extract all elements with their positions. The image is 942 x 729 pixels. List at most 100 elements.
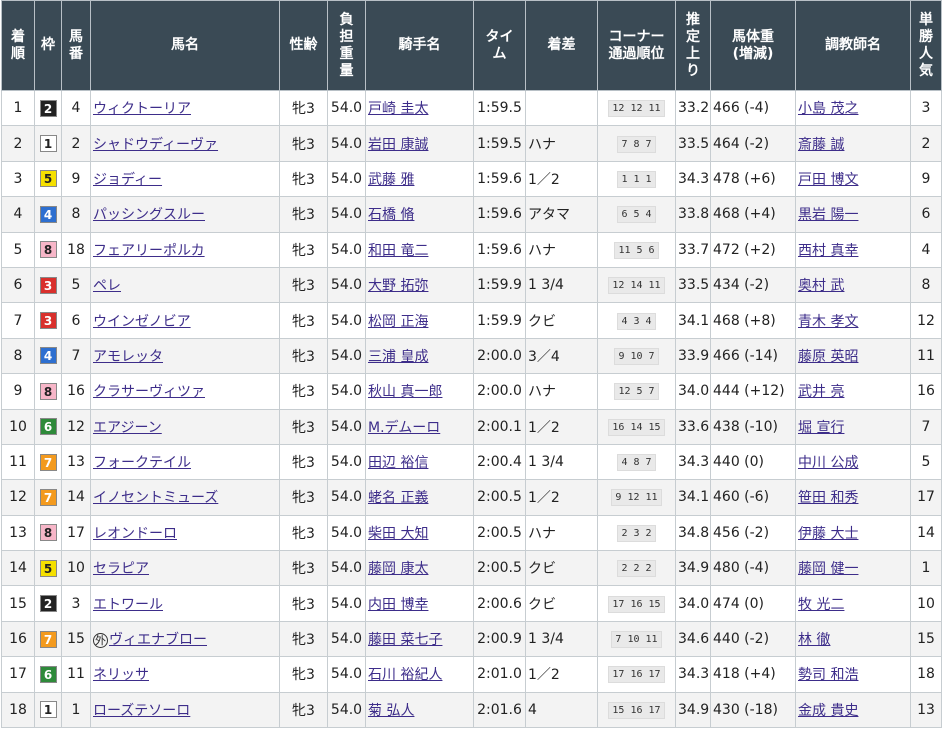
horse-name-link[interactable]: ローズテソーロ xyxy=(93,703,190,719)
horse-name-cell[interactable]: ネリッサ xyxy=(90,656,280,693)
trainer-cell[interactable]: 中川 公成 xyxy=(795,443,911,481)
jockey-cell-link[interactable]: 武藤 雅 xyxy=(368,172,414,188)
trainer-cell[interactable]: 笹田 和秀 xyxy=(795,479,911,516)
jockey-cell[interactable]: 柴田 大知 xyxy=(365,514,474,552)
horse-name-cell[interactable]: レオンドーロ xyxy=(90,514,280,552)
horse-name-cell[interactable]: クラサーヴィツァ xyxy=(90,373,280,410)
horse-name-link[interactable]: シャドウディーヴァ xyxy=(93,137,218,153)
jockey-cell-link[interactable]: 三浦 皇成 xyxy=(368,349,428,365)
trainer-cell-link[interactable]: 黒岩 陽一 xyxy=(798,207,858,223)
trainer-cell[interactable]: 林 徹 xyxy=(795,620,911,658)
trainer-cell[interactable]: 青木 孝文 xyxy=(795,302,911,339)
jockey-cell[interactable]: M.デムーロ xyxy=(365,408,474,445)
horse-name-link[interactable]: エトワール xyxy=(93,597,163,613)
jockey-cell[interactable]: 藤田 菜七子 xyxy=(365,620,474,658)
jockey-cell[interactable]: 菊 弘人 xyxy=(365,691,474,729)
horse-name-cell[interactable]: ペレ xyxy=(90,266,280,304)
horse-name-cell[interactable]: セラピア xyxy=(90,550,280,587)
trainer-cell[interactable]: 藤岡 健一 xyxy=(795,550,911,587)
jockey-cell-link[interactable]: 岩田 康誠 xyxy=(368,137,428,153)
jockey-cell[interactable]: 岩田 康誠 xyxy=(365,125,474,162)
jockey-cell-link[interactable]: 内田 博幸 xyxy=(368,597,428,613)
trainer-cell-link[interactable]: 笹田 和秀 xyxy=(798,490,858,506)
trainer-cell-link[interactable]: 奥村 武 xyxy=(798,278,844,294)
trainer-cell-link[interactable]: 青木 孝文 xyxy=(798,314,858,330)
horse-name-link[interactable]: セラピア xyxy=(93,561,149,577)
jockey-cell-link[interactable]: 藤田 菜七子 xyxy=(368,632,442,648)
jockey-cell[interactable]: 三浦 皇成 xyxy=(365,337,474,375)
horse-name-link[interactable]: ペレ xyxy=(93,278,121,294)
trainer-cell[interactable]: 堀 宣行 xyxy=(795,408,911,445)
jockey-cell[interactable]: 藤岡 康太 xyxy=(365,550,474,587)
horse-name-cell[interactable]: イノセントミューズ xyxy=(90,479,280,516)
jockey-cell-link[interactable]: 田辺 裕信 xyxy=(368,455,428,471)
jockey-cell-link[interactable]: M.デムーロ xyxy=(368,420,440,436)
horse-name-cell[interactable]: ローズテソーロ xyxy=(90,691,280,729)
jockey-cell[interactable]: 石川 裕紀人 xyxy=(365,656,474,693)
jockey-cell[interactable]: 大野 拓弥 xyxy=(365,266,474,304)
trainer-cell-link[interactable]: 中川 公成 xyxy=(798,455,858,471)
trainer-cell[interactable]: 伊藤 大士 xyxy=(795,514,911,552)
trainer-cell[interactable]: 斎藤 誠 xyxy=(795,125,911,162)
horse-name-cell[interactable]: フェアリーポルカ xyxy=(90,231,280,268)
trainer-cell[interactable]: 金成 貴史 xyxy=(795,691,911,729)
horse-name-cell[interactable]: ウィクトーリア xyxy=(90,89,280,127)
trainer-cell[interactable]: 牧 光二 xyxy=(795,585,911,622)
horse-name-link[interactable]: レオンドーロ xyxy=(93,526,177,542)
jockey-cell-link[interactable]: 石橋 脩 xyxy=(368,207,414,223)
jockey-cell[interactable]: 秋山 真一郎 xyxy=(365,373,474,410)
horse-name-link[interactable]: ヴィエナブロー xyxy=(109,632,207,648)
trainer-cell-link[interactable]: 西村 真幸 xyxy=(798,243,858,259)
jockey-cell-link[interactable]: 菊 弘人 xyxy=(368,703,414,719)
jockey-cell[interactable]: 松岡 正海 xyxy=(365,302,474,339)
jockey-cell-link[interactable]: 柴田 大知 xyxy=(368,526,428,542)
horse-name-cell[interactable]: エトワール xyxy=(90,585,280,622)
horse-name-link[interactable]: ウインゼノビア xyxy=(93,314,191,330)
horse-name-link[interactable]: フェアリーポルカ xyxy=(93,243,205,259)
horse-name-link[interactable]: クラサーヴィツァ xyxy=(93,384,205,400)
horse-name-cell[interactable]: エアジーン xyxy=(90,408,280,445)
trainer-cell-link[interactable]: 金成 貴史 xyxy=(798,703,858,719)
trainer-cell-link[interactable]: 伊藤 大士 xyxy=(798,526,858,542)
horse-name-link[interactable]: エアジーン xyxy=(93,420,162,436)
trainer-cell[interactable]: 西村 真幸 xyxy=(795,231,911,268)
horse-name-cell[interactable]: ジョディー xyxy=(90,160,280,198)
trainer-cell-link[interactable]: 林 徹 xyxy=(798,632,830,648)
jockey-cell[interactable]: 和田 竜二 xyxy=(365,231,474,268)
horse-name-link[interactable]: ネリッサ xyxy=(93,667,149,683)
trainer-cell-link[interactable]: 勢司 和浩 xyxy=(798,667,858,683)
horse-name-cell[interactable]: パッシングスルー xyxy=(90,196,280,233)
horse-name-link[interactable]: パッシングスルー xyxy=(93,207,205,223)
horse-name-cell[interactable]: 外ヴィエナブロー xyxy=(90,620,280,658)
trainer-cell-link[interactable]: 牧 光二 xyxy=(798,597,844,613)
jockey-cell-link[interactable]: 藤岡 康太 xyxy=(368,561,428,577)
jockey-cell-link[interactable]: 戸崎 圭太 xyxy=(368,101,428,117)
trainer-cell[interactable]: 藤原 英昭 xyxy=(795,337,911,375)
horse-name-cell[interactable]: アモレッタ xyxy=(90,337,280,375)
jockey-cell[interactable]: 蛯名 正義 xyxy=(365,479,474,516)
jockey-cell-link[interactable]: 松岡 正海 xyxy=(368,314,428,330)
horse-name-link[interactable]: イノセントミューズ xyxy=(93,490,218,506)
trainer-cell-link[interactable]: 藤原 英昭 xyxy=(798,349,858,365)
trainer-cell-link[interactable]: 堀 宣行 xyxy=(798,420,844,436)
jockey-cell[interactable]: 石橋 脩 xyxy=(365,196,474,233)
jockey-cell[interactable]: 内田 博幸 xyxy=(365,585,474,622)
jockey-cell-link[interactable]: 和田 竜二 xyxy=(368,243,428,259)
horse-name-link[interactable]: アモレッタ xyxy=(93,349,163,365)
trainer-cell[interactable]: 戸田 博文 xyxy=(795,160,911,198)
trainer-cell-link[interactable]: 小島 茂之 xyxy=(798,101,858,117)
jockey-cell-link[interactable]: 蛯名 正義 xyxy=(368,490,428,506)
jockey-cell[interactable]: 田辺 裕信 xyxy=(365,443,474,481)
jockey-cell[interactable]: 戸崎 圭太 xyxy=(365,89,474,127)
horse-name-cell[interactable]: フォークテイル xyxy=(90,443,280,481)
horse-name-link[interactable]: ウィクトーリア xyxy=(93,101,191,117)
horse-name-link[interactable]: ジョディー xyxy=(93,172,162,188)
trainer-cell[interactable]: 奥村 武 xyxy=(795,266,911,304)
trainer-cell-link[interactable]: 斎藤 誠 xyxy=(798,137,844,153)
trainer-cell[interactable]: 勢司 和浩 xyxy=(795,656,911,693)
jockey-cell-link[interactable]: 石川 裕紀人 xyxy=(368,667,442,683)
trainer-cell[interactable]: 小島 茂之 xyxy=(795,89,911,127)
trainer-cell-link[interactable]: 戸田 博文 xyxy=(798,172,858,188)
trainer-cell[interactable]: 武井 亮 xyxy=(795,373,911,410)
trainer-cell-link[interactable]: 武井 亮 xyxy=(798,384,844,400)
